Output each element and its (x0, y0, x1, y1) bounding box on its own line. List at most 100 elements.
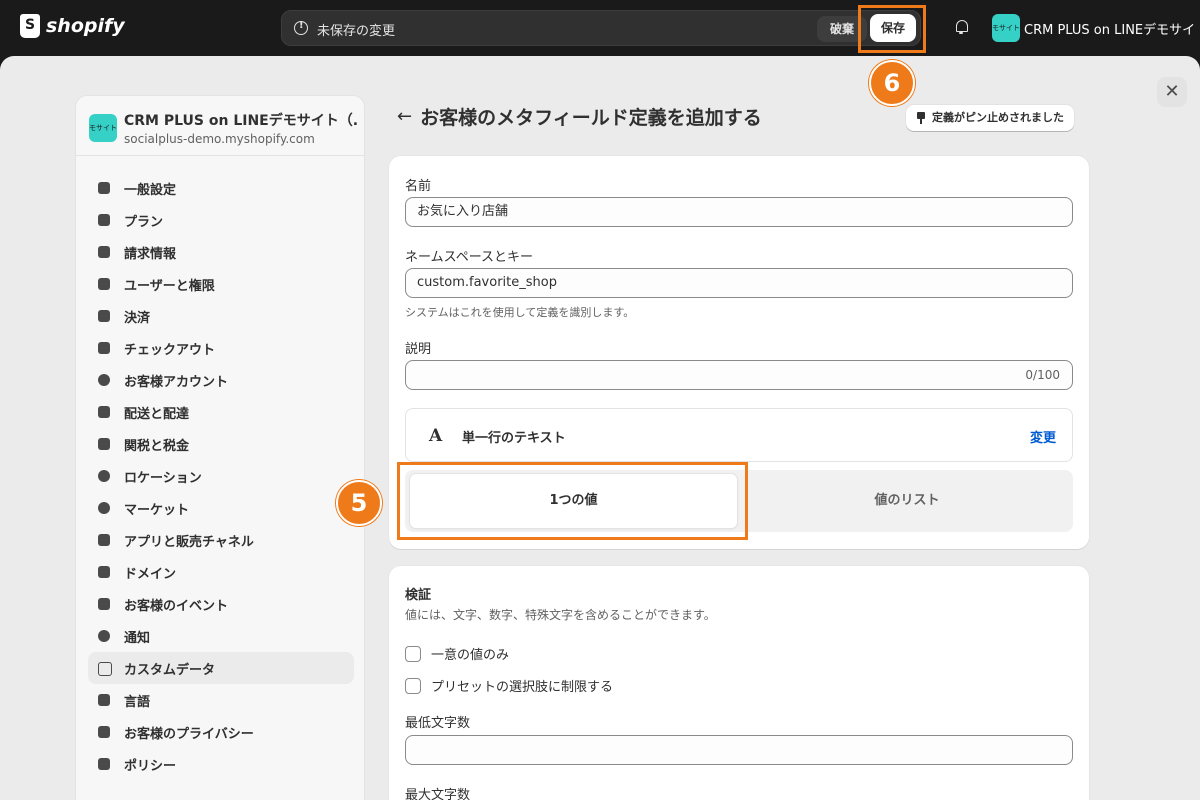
sidebar-item-label: プラン (124, 214, 164, 230)
pin-button-label: 定義がピン止めされました (932, 111, 1064, 124)
sidebar-item-label: 通知 (124, 630, 151, 646)
sidebar-item-label: 配送と配達 (124, 406, 190, 422)
contextual-save-bar: 未保存の変更 破棄 保存 (281, 10, 921, 46)
type-selector: A 単一行のテキスト 変更 (405, 408, 1073, 462)
sidebar-item[interactable]: ドメイン (88, 556, 354, 588)
sidebar-item[interactable]: 請求情報 (88, 236, 354, 268)
sidebar-item[interactable]: カスタムデータ (88, 652, 354, 684)
events-icon (96, 596, 112, 612)
settings-sidebar: モサイト CRM PLUS on LINEデモサイト（... socialplu… (75, 95, 365, 800)
list-of-values-option[interactable]: 値のリスト (745, 474, 1069, 528)
sidebar-item-label: カスタムデータ (124, 662, 216, 678)
close-settings-button[interactable]: ✕ (1157, 77, 1187, 107)
sidebar-item-label: 関税と税金 (124, 438, 190, 454)
max-chars-label: 最大文字数 (405, 788, 471, 800)
policy-icon (96, 756, 112, 772)
sidebar-item[interactable]: ポリシー (88, 748, 354, 780)
users-icon (96, 276, 112, 292)
sidebar-item[interactable]: ロケーション (88, 460, 354, 492)
shopify-bag-icon (20, 14, 40, 38)
sidebar-item-label: お客様のプライバシー (124, 726, 254, 742)
unique-values-checkbox[interactable] (405, 645, 421, 662)
sidebar-item[interactable]: ユーザーと権限 (88, 268, 354, 300)
tax-icon (96, 436, 112, 452)
sidebar-item-label: 言語 (124, 694, 151, 710)
store-avatar[interactable]: モサイト (992, 14, 1020, 42)
min-chars-input[interactable] (405, 735, 1073, 765)
unique-values-label: 一意の値のみ (431, 648, 510, 663)
sidebar-item[interactable]: 一般設定 (88, 172, 354, 204)
description-label: 説明 (405, 342, 432, 357)
validation-title: 検証 (405, 588, 432, 603)
settings-panel: ✕ モサイト CRM PLUS on LINEデモサイト（... socialp… (0, 56, 1200, 800)
location-icon (96, 468, 112, 484)
top-bar: shopify 未保存の変更 破棄 保存 モサイト CRM PLUS on LI… (0, 0, 1200, 56)
step-badge-6: 6 (869, 60, 915, 106)
sidebar-item[interactable]: マーケット (88, 492, 354, 524)
custom-data-icon (96, 660, 112, 676)
lock-icon (96, 724, 112, 740)
person-icon (96, 372, 112, 388)
step-badge-5: 5 (336, 480, 382, 526)
sidebar-item[interactable]: 通知 (88, 620, 354, 652)
notifications-bell-icon[interactable] (954, 19, 970, 35)
pin-icon (916, 112, 926, 124)
back-arrow-icon[interactable]: ← (397, 106, 412, 127)
preset-choices-label: プリセットの選択肢に制限する (431, 680, 614, 695)
sidebar-item[interactable]: アプリと販売チャネル (88, 524, 354, 556)
payments-icon (96, 308, 112, 324)
sidebar-item[interactable]: プラン (88, 204, 354, 236)
change-type-link[interactable]: 変更 (1030, 427, 1056, 446)
sidebar-item[interactable]: 言語 (88, 684, 354, 716)
sidebar-item[interactable]: 関税と税金 (88, 428, 354, 460)
plan-icon (96, 212, 112, 228)
validation-description: 値には、文字、数字、特殊文字を含めることができます。 (405, 608, 716, 622)
globe-icon (96, 500, 112, 516)
sidebar-item-label: チェックアウト (124, 342, 216, 358)
sidebar-item[interactable]: 決済 (88, 300, 354, 332)
highlight-box-value-mode (397, 462, 748, 540)
sidebar-item-label: 請求情報 (124, 246, 177, 262)
description-counter: 0/100 (1025, 368, 1060, 382)
preset-choices-row[interactable]: プリセットの選択肢に制限する (405, 676, 613, 695)
sidebar-item-label: マーケット (124, 502, 190, 518)
sidebar-store-header[interactable]: モサイト CRM PLUS on LINEデモサイト（... socialplu… (76, 96, 364, 156)
sidebar-item[interactable]: お客様アカウント (88, 364, 354, 396)
name-input[interactable]: お気に入り店舗 (405, 197, 1073, 227)
sidebar-item-label: お客様アカウント (124, 374, 229, 390)
sidebar-store-avatar: モサイト (89, 114, 117, 142)
sidebar-item-label: 一般設定 (124, 182, 177, 198)
logo-text: shopify (46, 15, 125, 37)
store-name-menu[interactable]: CRM PLUS on LINEデモサイ... (1024, 19, 1194, 38)
page-title: お客様のメタフィールド定義を追加する (420, 107, 762, 129)
sidebar-item[interactable]: 配送と配達 (88, 396, 354, 428)
sidebar-item[interactable]: チェックアウト (88, 332, 354, 364)
store-icon (96, 180, 112, 196)
alert-circle-icon (294, 20, 308, 35)
validation-card: 検証 値には、文字、数字、特殊文字を含めることができます。 一意の値のみ プリセ… (389, 566, 1089, 800)
bell-icon (96, 628, 112, 644)
sidebar-item-label: ロケーション (124, 470, 202, 486)
truck-icon (96, 404, 112, 420)
preset-choices-checkbox[interactable] (405, 677, 421, 694)
namespace-key-label: ネームスペースとキー (405, 250, 534, 265)
unsaved-changes-text: 未保存の変更 (317, 24, 396, 39)
sidebar-item[interactable]: お客様のプライバシー (88, 716, 354, 748)
namespace-key-input[interactable]: custom.favorite_shop (405, 268, 1073, 298)
sidebar-item-label: お客様のイベント (124, 598, 229, 614)
namespace-key-help: システムはこれを使用して定義を識別します。 (405, 306, 635, 319)
name-label: 名前 (405, 179, 432, 194)
sidebar-item-label: ユーザーと権限 (124, 278, 215, 294)
highlight-box-save (858, 5, 926, 53)
sidebar-store-name: CRM PLUS on LINEデモサイト（... (124, 113, 359, 129)
text-type-icon: A (429, 426, 443, 446)
description-input[interactable]: 0/100 (405, 360, 1073, 390)
sidebar-item-label: ドメイン (124, 566, 177, 582)
unique-values-row[interactable]: 一意の値のみ (405, 644, 509, 663)
sidebar-store-url: socialplus-demo.myshopify.com (124, 132, 315, 146)
pinned-definition-button[interactable]: 定義がピン止めされました (906, 105, 1074, 131)
apps-icon (96, 532, 112, 548)
sidebar-item-label: 決済 (124, 310, 151, 326)
shopify-logo[interactable]: shopify (20, 14, 125, 38)
sidebar-item[interactable]: お客様のイベント (88, 588, 354, 620)
